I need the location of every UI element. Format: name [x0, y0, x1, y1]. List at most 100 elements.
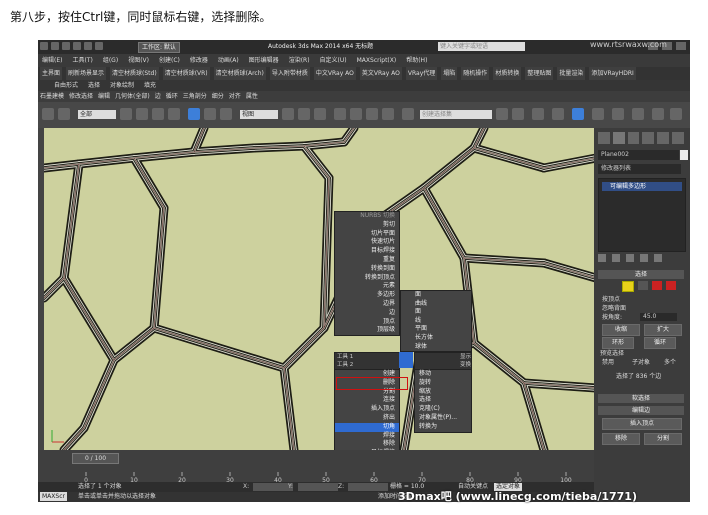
mirror-icon[interactable]: [496, 108, 508, 120]
graphite-toggle-icon[interactable]: [552, 108, 564, 120]
search-input[interactable]: 键入关键字或短语: [438, 42, 525, 51]
graphite-panel[interactable]: 循环: [166, 91, 178, 102]
quad-item[interactable]: 移动: [415, 370, 471, 379]
quad-item[interactable]: 转换为: [415, 423, 471, 432]
menu-item[interactable]: 渲染(R): [289, 54, 310, 67]
submenu-item[interactable]: 曲线: [401, 300, 471, 309]
ribbon-tab[interactable]: 填充: [144, 80, 156, 91]
link-icon[interactable]: [42, 108, 54, 120]
quad-item[interactable]: 转换到面: [335, 265, 399, 274]
rect-select-icon[interactable]: [152, 108, 164, 120]
menu-item[interactable]: 组(G): [103, 54, 118, 67]
quad-item[interactable]: 顶层级: [335, 326, 399, 335]
show-end-result-icon[interactable]: [612, 254, 620, 262]
graphite-panel[interactable]: 三角剖分: [183, 91, 207, 102]
quad-item[interactable]: 插入顶点: [335, 405, 399, 414]
grow-button[interactable]: 扩大: [644, 324, 682, 336]
ignore-backfacing-checkbox[interactable]: 忽略背面: [602, 305, 626, 313]
scale-icon[interactable]: [220, 108, 232, 120]
redo-icon[interactable]: [95, 42, 103, 50]
plugin-button[interactable]: 批量渲染: [557, 67, 586, 80]
keyboard-shortcut-icon[interactable]: [314, 108, 326, 120]
quad-item[interactable]: 快速切片: [335, 238, 399, 247]
plugin-button[interactable]: 导入附带材质: [269, 67, 310, 80]
graphite-panel[interactable]: 属性: [246, 91, 258, 102]
remove-button[interactable]: 移除: [602, 433, 640, 445]
snap-icon[interactable]: [334, 108, 346, 120]
remove-modifier-icon[interactable]: [640, 254, 648, 262]
plugin-button[interactable]: 整理贴图: [525, 67, 554, 80]
polygon-subobject-icon[interactable]: [652, 281, 662, 290]
plugin-button[interactable]: 塌陷: [441, 67, 458, 80]
quad-item[interactable]: 挤出: [335, 414, 399, 423]
quad-item[interactable]: 边界: [335, 300, 399, 309]
quad-item[interactable]: 剪切: [335, 221, 399, 230]
graphite-panel[interactable]: 边: [155, 91, 161, 102]
percent-snap-icon[interactable]: [366, 108, 378, 120]
spinner-snap-icon[interactable]: [382, 108, 394, 120]
window-crossing-icon[interactable]: [168, 108, 180, 120]
angle-snap-icon[interactable]: [350, 108, 362, 120]
quad-item[interactable]: 多边形: [335, 291, 399, 300]
ribbon-tab[interactable]: 选择: [88, 80, 100, 91]
plugin-button[interactable]: 清空材质球(VR): [162, 67, 210, 80]
graphite-panel[interactable]: 对齐: [229, 91, 241, 102]
make-unique-icon[interactable]: [626, 254, 634, 262]
submenu-item[interactable]: 线: [401, 317, 471, 326]
configure-sets-icon[interactable]: [654, 254, 662, 262]
quad-item[interactable]: 移除: [335, 440, 399, 449]
submenu-item[interactable]: 面: [401, 291, 471, 300]
plugin-button[interactable]: 清空材质球(Arch): [213, 67, 266, 80]
quad-item[interactable]: 切角: [335, 422, 399, 432]
create-tab-icon[interactable]: [598, 132, 610, 144]
stack-item-editable-poly[interactable]: 可编辑多边形: [602, 182, 682, 191]
app-menu-icon[interactable]: [40, 42, 48, 50]
edit-named-sel-icon[interactable]: [402, 108, 414, 120]
preview-disable-radio[interactable]: 禁用: [602, 359, 614, 367]
quad-item[interactable]: 旋转: [415, 379, 471, 388]
ring-button[interactable]: 环形: [602, 337, 634, 349]
perspective-viewport[interactable]: NURBS 切换 剪切 切片平面 快速切片 目标焊接 重复 转换到面 转换到顶点 元素 多边形 边界…: [44, 128, 596, 450]
graphite-panel[interactable]: 修改选择: [69, 91, 93, 102]
menu-item[interactable]: 动画(A): [218, 54, 239, 67]
plugin-button[interactable]: 主界面: [40, 67, 63, 80]
quad-item[interactable]: 目标焊接: [335, 247, 399, 256]
quad-item[interactable]: 对象属性(P)...: [415, 414, 471, 423]
submenu-item[interactable]: 球体: [401, 343, 471, 352]
plugin-button[interactable]: 随机操作: [461, 67, 490, 80]
plugin-button[interactable]: 刷新场景显示: [66, 67, 107, 80]
quad-item[interactable]: 边: [335, 309, 399, 318]
graphite-panel[interactable]: 石墨建模: [40, 91, 64, 102]
render-icon[interactable]: [670, 108, 682, 120]
quad-item[interactable]: 选择: [415, 396, 471, 405]
select-by-name-icon[interactable]: [136, 108, 148, 120]
quad-item[interactable]: 连接: [335, 396, 399, 405]
shrink-button[interactable]: 收缩: [602, 324, 640, 336]
submenu-item[interactable]: 长方体: [401, 334, 471, 343]
graphite-panel[interactable]: 细分: [212, 91, 224, 102]
display-tab-icon[interactable]: [657, 132, 670, 144]
layer-icon[interactable]: [532, 108, 544, 120]
z-coord-field[interactable]: [348, 483, 388, 491]
hierarchy-tab-icon[interactable]: [627, 132, 640, 144]
menu-item[interactable]: 工具(T): [72, 54, 92, 67]
graphite-panel[interactable]: 几何体(全部): [115, 91, 150, 102]
render-frame-icon[interactable]: [652, 108, 664, 120]
save-icon[interactable]: [73, 42, 81, 50]
rollout-soft-selection-header[interactable]: 软选择: [598, 394, 684, 403]
selection-filter[interactable]: 全部: [78, 110, 116, 119]
ribbon-tab[interactable]: 自由形式: [54, 80, 78, 91]
pivot-icon[interactable]: [282, 108, 294, 120]
plugin-button[interactable]: VRay代理: [405, 67, 438, 80]
object-color-swatch[interactable]: [680, 150, 688, 160]
by-vertex-checkbox[interactable]: 按顶点: [602, 296, 620, 304]
named-selection-set[interactable]: 创建选择集: [420, 110, 492, 119]
modifier-list-dropdown[interactable]: 修改器列表: [598, 164, 681, 174]
split-button[interactable]: 分割: [644, 433, 682, 445]
menu-item[interactable]: 创建(C): [159, 54, 180, 67]
quad-item[interactable]: NURBS 切换: [335, 212, 399, 221]
submenu-item[interactable]: 平面: [401, 325, 471, 334]
manipulate-icon[interactable]: [298, 108, 310, 120]
motion-tab-icon[interactable]: [642, 132, 655, 144]
insert-vertex-button[interactable]: 插入顶点: [602, 418, 682, 430]
